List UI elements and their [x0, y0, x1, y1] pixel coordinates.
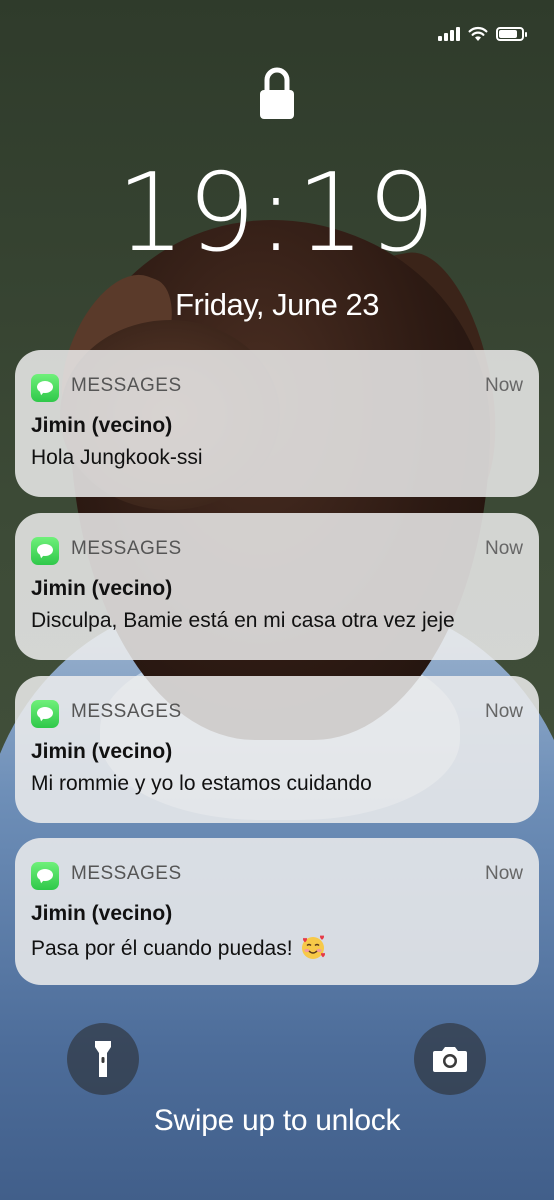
- notification-card[interactable]: MESSAGES Now Jimin (vecino) Hola Jungkoo…: [15, 350, 539, 497]
- camera-button[interactable]: [414, 1023, 486, 1095]
- swipe-up-to-unlock[interactable]: Swipe up to unlock: [0, 1104, 554, 1138]
- notification-app-name: MESSAGES: [71, 863, 182, 884]
- messages-app-icon: [31, 862, 59, 890]
- messages-app-icon: [31, 700, 59, 728]
- notification-time: Now: [484, 701, 523, 722]
- notification-time: Now: [484, 375, 523, 396]
- padlock-icon: [260, 67, 294, 119]
- flashlight-icon: [95, 1041, 111, 1077]
- camera-icon: [433, 1047, 467, 1072]
- cellular-signal-icon: [438, 27, 460, 41]
- battery-icon: [496, 27, 527, 41]
- lock-screen-date: Friday, June 23: [175, 287, 379, 322]
- lock-screen-time: 19:19: [116, 151, 438, 276]
- notification-time: Now: [484, 538, 523, 559]
- notification-sender: Jimin (vecino): [31, 577, 173, 600]
- notification-sender: Jimin (vecino): [31, 902, 173, 925]
- notification-message: Mi rommie y yo lo estamos cuidando: [31, 772, 372, 795]
- notification-time: Now: [484, 863, 523, 884]
- messages-app-icon: [31, 537, 59, 565]
- messages-app-icon: [31, 374, 59, 402]
- wifi-icon: [468, 26, 488, 41]
- notification-app-name: MESSAGES: [71, 538, 182, 559]
- flashlight-button[interactable]: [67, 1023, 139, 1095]
- notification-card[interactable]: MESSAGES Now Jimin (vecino) Mi rommie y …: [15, 676, 539, 823]
- notification-message: Disculpa, Bamie está en mi casa otra vez…: [31, 609, 455, 632]
- notification-message: Hola Jungkook-ssi: [31, 446, 203, 469]
- notification-sender: Jimin (vecino): [31, 740, 173, 763]
- notification-card[interactable]: MESSAGES Now Jimin (vecino) Pasa por él …: [15, 838, 539, 985]
- status-bar: [438, 22, 527, 46]
- smiling-face-with-hearts-icon: [302, 935, 326, 959]
- notification-app-name: MESSAGES: [71, 701, 182, 722]
- notification-message: Pasa por él cuando puedas!: [31, 937, 293, 960]
- notification-card[interactable]: MESSAGES Now Jimin (vecino) Disculpa, Ba…: [15, 513, 539, 660]
- notification-message-row: Pasa por él cuando puedas!: [31, 934, 523, 961]
- notification-sender: Jimin (vecino): [31, 414, 173, 437]
- notification-app-name: MESSAGES: [71, 375, 182, 396]
